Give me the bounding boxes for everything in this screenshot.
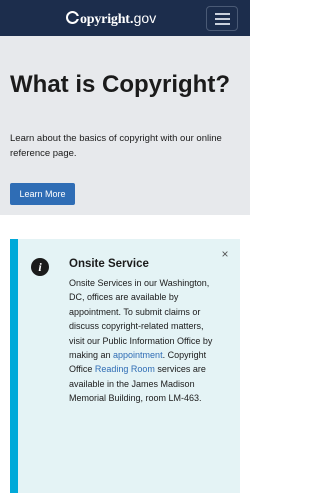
copyright-c-icon xyxy=(66,11,79,24)
site-header: opyright.gov xyxy=(0,0,250,36)
hero-title: What is Copyright? xyxy=(10,71,230,98)
menu-toggle-button[interactable] xyxy=(206,6,238,31)
learn-more-button[interactable]: Learn More xyxy=(10,183,75,205)
reading-room-link[interactable]: Reading Room xyxy=(95,364,155,374)
alert-body: Onsite Services in our Washington, DC, o… xyxy=(69,278,213,404)
info-circle-icon: i xyxy=(31,258,49,276)
onsite-service-alert: i × Onsite Service Onsite Services in ou… xyxy=(10,239,240,493)
hero-section: What is Copyright? Learn about the basic… xyxy=(0,36,250,215)
hero-description: Learn about the basics of copyright with… xyxy=(10,133,222,159)
alert-accent-bar xyxy=(10,239,18,493)
copyright-gov-logo[interactable]: opyright.gov xyxy=(66,9,156,27)
appointment-link[interactable]: appointment xyxy=(113,350,163,360)
close-icon[interactable]: × xyxy=(219,247,231,261)
hamburger-menu-icon xyxy=(215,13,230,15)
alert-heading: Onsite Service xyxy=(69,258,149,270)
